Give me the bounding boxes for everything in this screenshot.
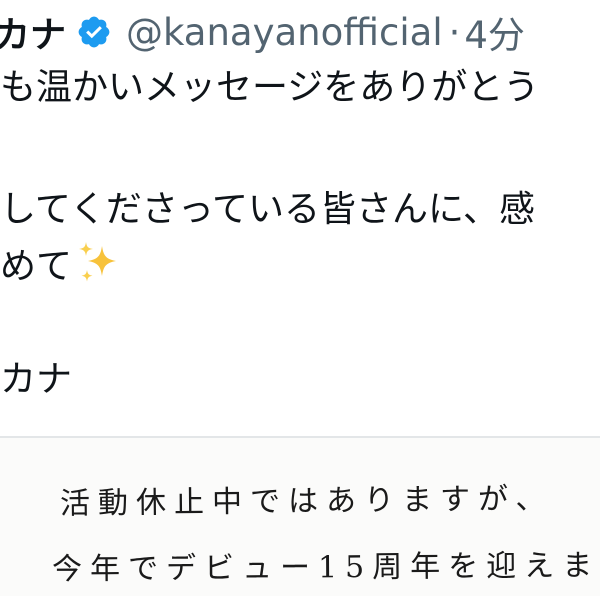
attached-image[interactable]: 活動休止中ではありますが、 今年でデビュー15周年を迎えました [0,438,600,596]
tweet-text-line: も温かいメッセージをありがとう [0,67,540,108]
tweet-header: カナ @kanayanofficial · 4分 [0,6,600,58]
sparkles-emoji-icon [79,242,117,282]
tweet-text-line: カナ [0,359,73,400]
user-handle[interactable]: @kanayanofficial [126,11,443,54]
handwritten-line: 今年でデビュー15周年を迎えました [51,547,600,588]
tweet-text-line: してくださっている皆さんに、感 [0,189,535,230]
tweet-text-line: めて [0,240,600,289]
verified-badge-icon [78,16,110,48]
handwritten-line: 活動休止中ではありますが、 [59,481,554,522]
separator-dot: · [448,10,461,54]
timestamp[interactable]: 4分 [464,6,525,58]
display-name[interactable]: カナ [0,6,66,58]
tweet-text-fragment: めて [0,246,73,287]
